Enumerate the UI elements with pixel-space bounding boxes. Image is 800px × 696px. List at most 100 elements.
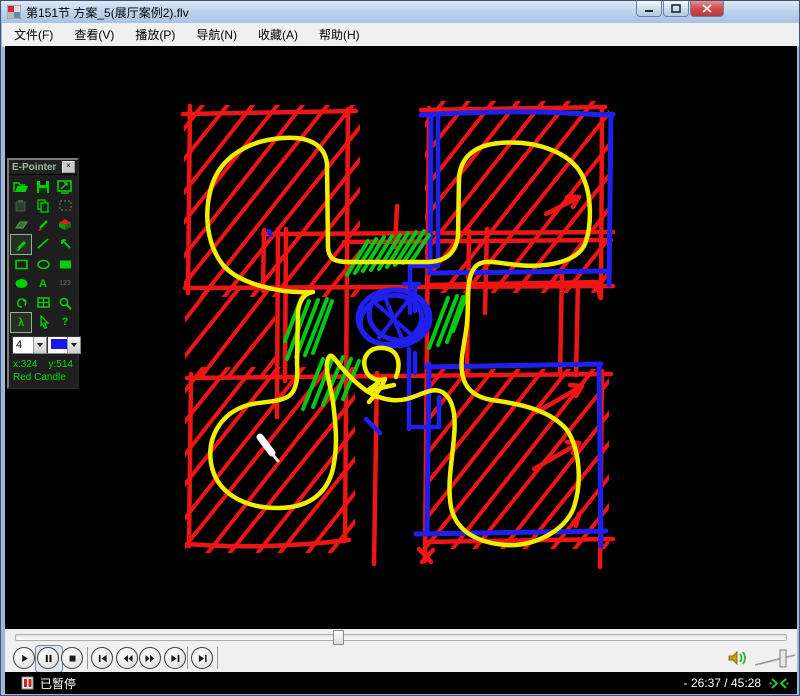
tool-cursor[interactable] <box>32 312 54 331</box>
rectangle-icon <box>14 258 29 271</box>
seek-thumb[interactable] <box>333 630 344 645</box>
previous-button[interactable] <box>91 647 113 669</box>
controls-separator <box>187 647 188 669</box>
volume-thumb[interactable] <box>780 650 786 667</box>
current-tool-name: Red Candle <box>9 370 77 387</box>
menu-favorites[interactable]: 收藏(A) <box>249 23 307 46</box>
tool-line[interactable] <box>32 234 54 253</box>
pen-color-select[interactable] <box>47 336 81 354</box>
minimize-button[interactable] <box>636 1 662 17</box>
chevron-down-icon <box>71 343 77 347</box>
tool-help[interactable]: ? <box>54 312 76 331</box>
app-icon <box>7 5 21 19</box>
pointer-y: y:514 <box>49 359 73 370</box>
menu-file[interactable]: 文件(F) <box>5 23 62 46</box>
number-stamp-icon: 123 <box>59 280 71 287</box>
rewind-button[interactable] <box>116 647 138 669</box>
playback-controls <box>5 645 797 672</box>
stop-button[interactable] <box>61 647 83 669</box>
video-area[interactable]: E-Pointer × A 123 <box>5 46 797 629</box>
time-display: - 26:37 / 45:28 <box>684 676 761 690</box>
menu-bar: 文件(F) 查看(V) 播放(P) 导航(N) 收藏(A) 帮助(H) <box>2 23 800 47</box>
help-icon: ? <box>62 316 69 328</box>
palette-tool-grid: A 123 λ ? <box>9 175 77 335</box>
tool-pencil[interactable] <box>10 234 32 255</box>
pen-color-dropdown-button[interactable] <box>67 337 80 353</box>
tool-whiteboard[interactable] <box>32 293 54 312</box>
speaker-icon[interactable] <box>727 649 749 667</box>
minimize-icon <box>644 4 654 13</box>
tool-3d-shape[interactable] <box>54 215 76 234</box>
eraser-icon <box>14 218 29 231</box>
fast-forward-icon <box>145 653 156 664</box>
tool-eraser[interactable] <box>10 215 32 234</box>
annotation-sketch <box>5 46 797 629</box>
window-title: 第151节 方案_5(展厅案例2).flv <box>26 4 189 21</box>
sync-arrows-icon <box>769 677 789 690</box>
controls-separator <box>87 647 88 669</box>
pen-width-dropdown-button[interactable] <box>33 337 46 353</box>
close-button[interactable] <box>690 1 724 17</box>
palette-titlebar[interactable]: E-Pointer × <box>9 160 77 175</box>
seek-bar[interactable] <box>15 634 787 641</box>
ellipse-icon <box>36 258 51 271</box>
cursor-arrow-icon <box>37 315 50 329</box>
tool-filled-rectangle[interactable] <box>54 255 76 274</box>
filled-ellipse-icon <box>14 277 29 290</box>
epointer-palette[interactable]: E-Pointer × A 123 <box>7 158 79 389</box>
tool-select-rectangle[interactable] <box>54 196 76 215</box>
tool-text[interactable]: A <box>32 274 54 293</box>
maximize-icon <box>671 4 681 13</box>
menu-help[interactable]: 帮助(H) <box>310 23 369 46</box>
palette-title: E-Pointer <box>9 162 62 173</box>
tool-ellipse[interactable] <box>32 255 54 274</box>
player-status: 已暂停 <box>40 675 76 692</box>
fast-forward-button[interactable] <box>139 647 161 669</box>
tool-pointer-wand[interactable]: λ <box>10 312 32 333</box>
play-button[interactable] <box>13 647 35 669</box>
tool-rectangle[interactable] <box>10 255 32 274</box>
rewind-icon <box>122 653 133 664</box>
tool-save[interactable] <box>32 177 54 196</box>
menu-play[interactable]: 播放(P) <box>126 23 184 46</box>
next-button[interactable] <box>164 647 186 669</box>
arrow-icon <box>58 237 72 250</box>
3d-shape-icon <box>58 218 72 231</box>
tool-zoom[interactable] <box>54 293 76 312</box>
selection-rect-icon <box>58 199 73 212</box>
chevron-down-icon <box>37 343 43 347</box>
pointer-coordinates: x:324 y:514 <box>9 357 77 370</box>
menu-view[interactable]: 查看(V) <box>65 23 123 46</box>
marker-pen-icon <box>36 218 50 232</box>
play-icon <box>19 653 30 664</box>
step-button[interactable] <box>191 647 213 669</box>
volume-slider[interactable] <box>753 648 797 669</box>
filled-rectangle-icon <box>58 258 73 271</box>
pause-button[interactable] <box>37 647 59 669</box>
whiteboard-icon <box>36 296 51 309</box>
pen-width-select[interactable]: 4 <box>12 336 47 354</box>
tool-open[interactable] <box>10 177 32 196</box>
tool-copy[interactable] <box>32 196 54 215</box>
copy-icon <box>36 199 50 213</box>
palette-close-button[interactable]: × <box>62 161 75 173</box>
menu-navigate[interactable]: 导航(N) <box>187 23 246 46</box>
status-bar: 已暂停 - 26:37 / 45:28 <box>5 672 797 694</box>
tool-number-stamp[interactable]: 123 <box>54 274 76 293</box>
titlebar[interactable]: 第151节 方案_5(展厅案例2).flv <box>1 1 799 23</box>
tool-undo[interactable] <box>10 293 32 312</box>
paused-state-icon <box>21 676 34 690</box>
screen-icon <box>57 180 73 194</box>
tool-clipboard[interactable] <box>10 196 32 215</box>
tool-marker-pen[interactable] <box>32 215 54 234</box>
pointer-x: x:324 <box>13 359 37 370</box>
maximize-button[interactable] <box>663 1 689 17</box>
tool-screen-annotate[interactable] <box>54 177 76 196</box>
skip-end-icon <box>170 653 181 664</box>
stop-icon <box>67 653 78 664</box>
undo-icon <box>14 296 28 309</box>
magnifier-icon <box>58 296 72 310</box>
pen-width-value: 4 <box>13 337 33 353</box>
tool-filled-ellipse[interactable] <box>10 274 32 293</box>
tool-arrow[interactable] <box>54 234 76 253</box>
